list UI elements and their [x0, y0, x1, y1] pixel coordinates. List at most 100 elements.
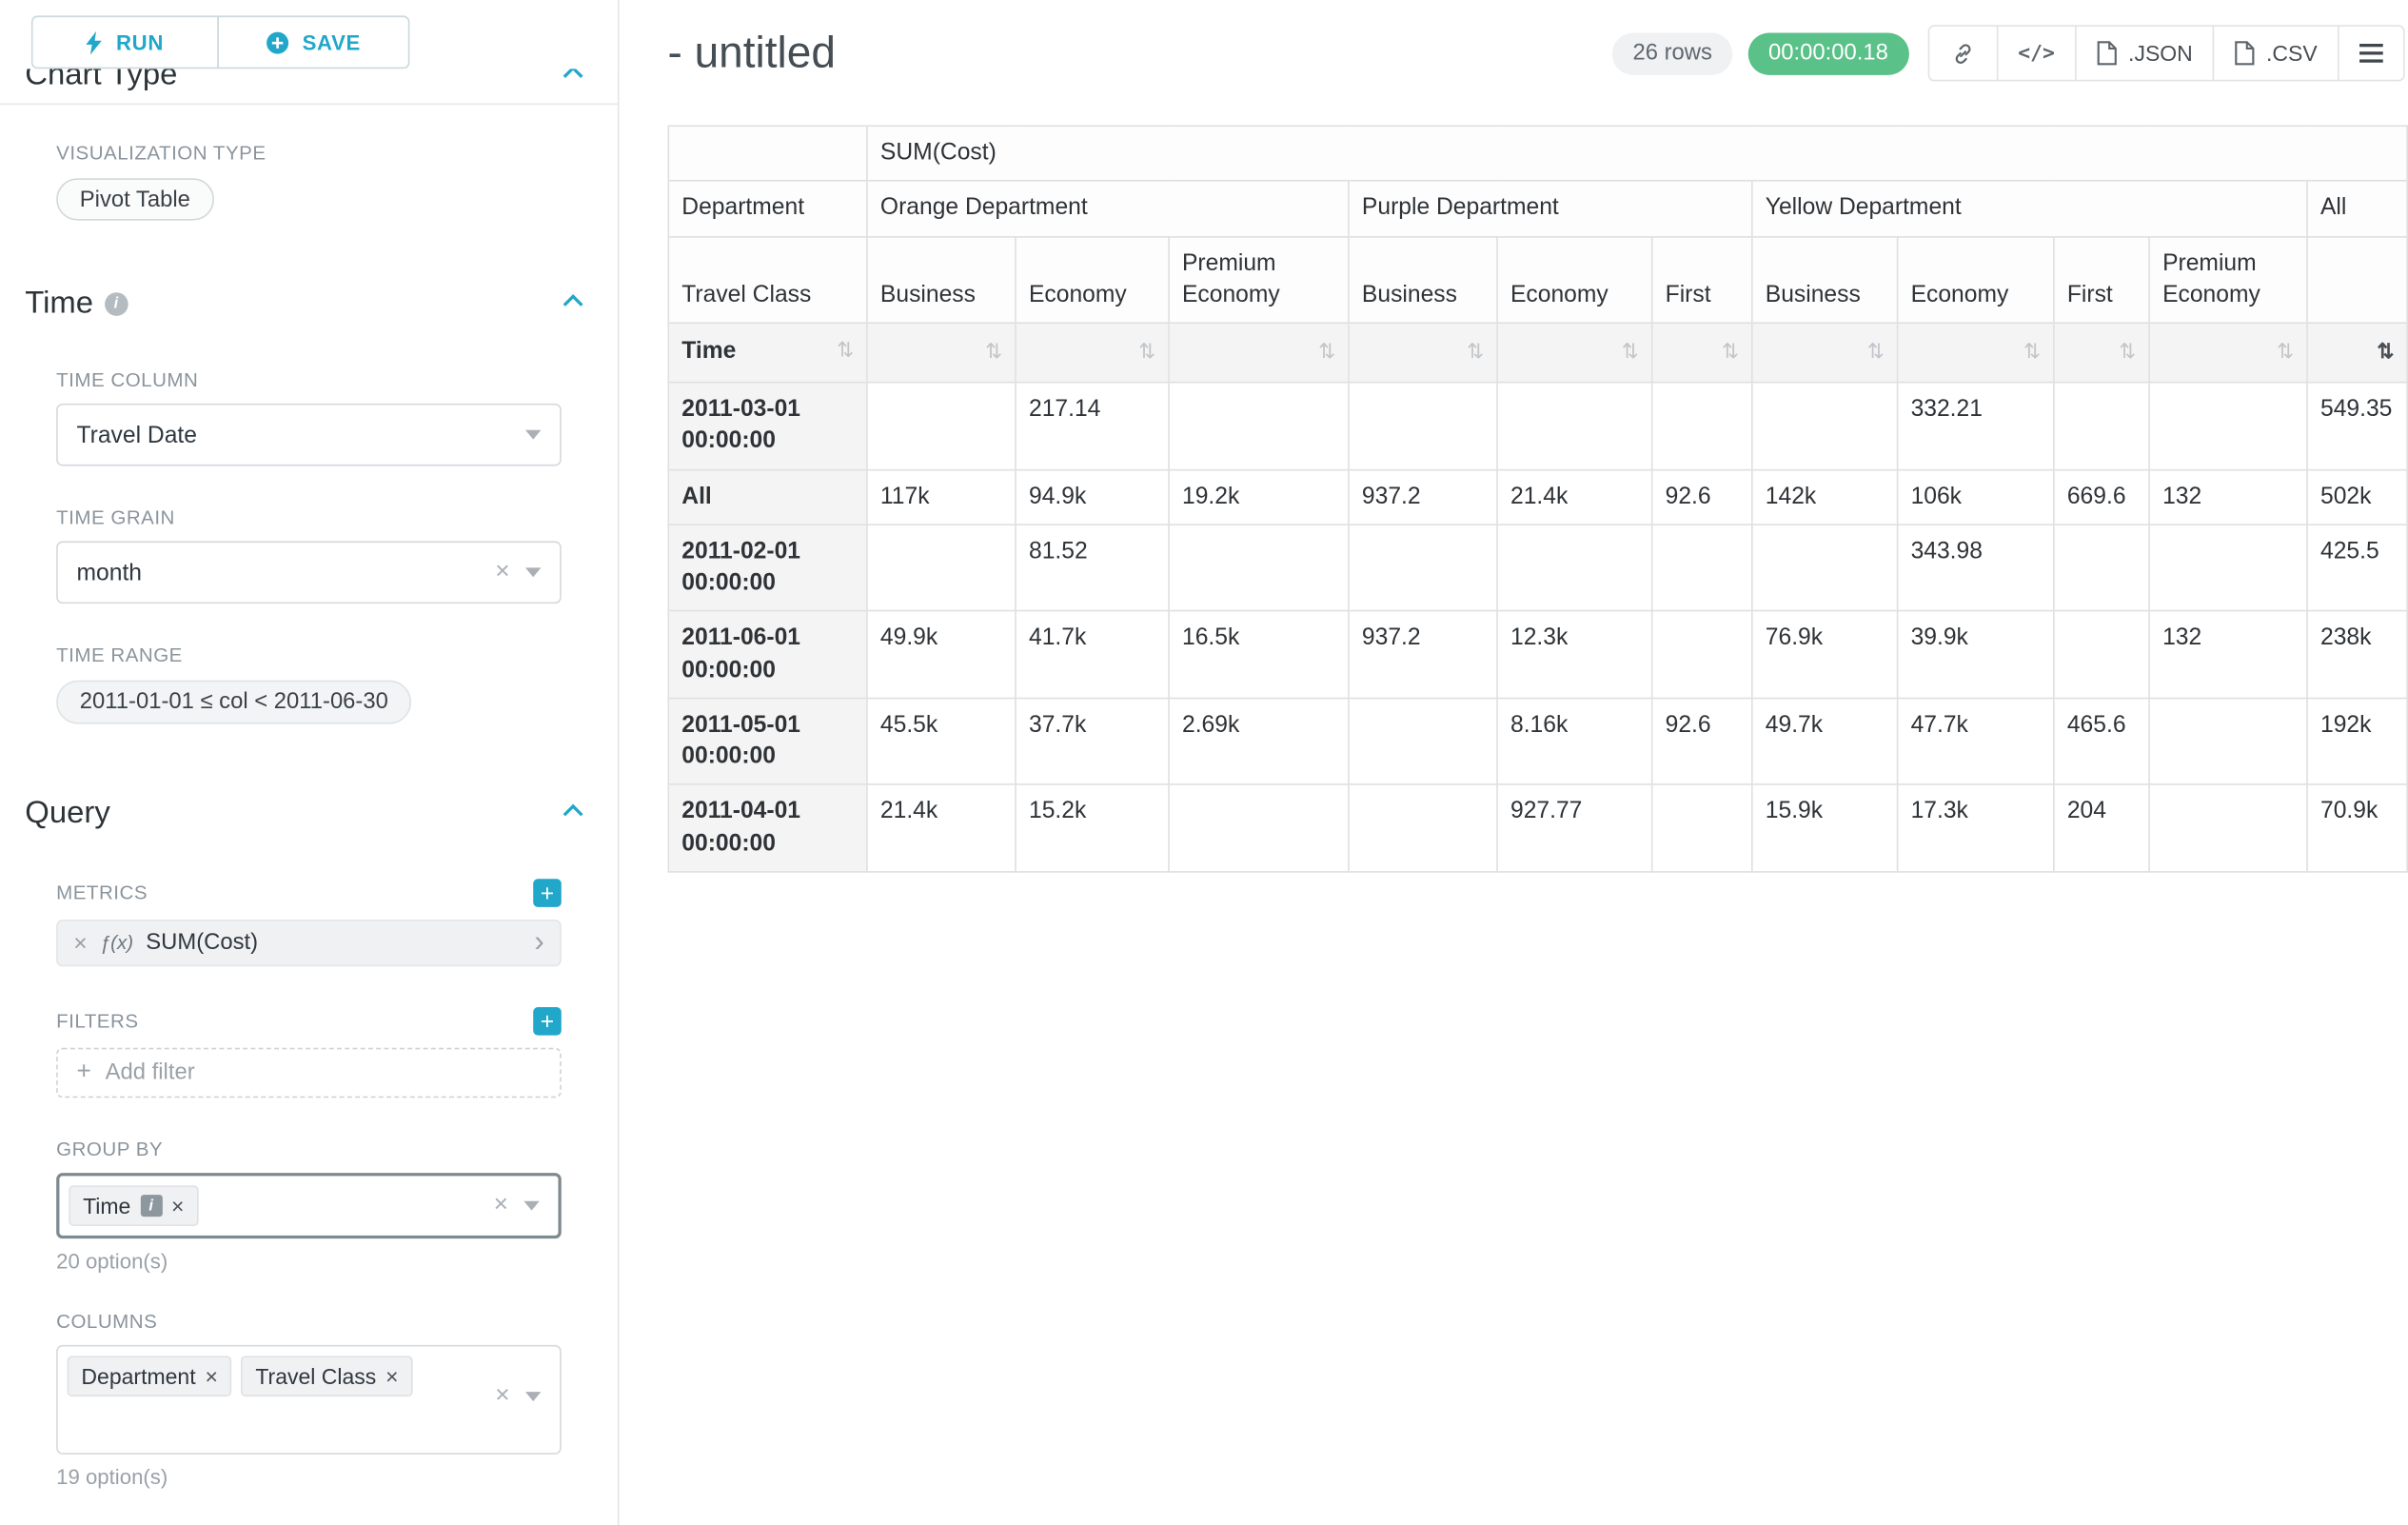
sort-header-cell[interactable]: ⇅: [2307, 323, 2407, 382]
sort-icon[interactable]: ⇅: [2023, 339, 2041, 367]
add-metric-button[interactable]: +: [533, 879, 562, 907]
section-divider: [0, 103, 618, 105]
collapse-chevron-icon[interactable]: [563, 804, 583, 824]
action-bar: RUN SAVE: [0, 0, 618, 69]
share-link-button[interactable]: [1927, 25, 1998, 81]
query-section-title: Query: [25, 796, 109, 832]
export-json-button[interactable]: .JSON: [2075, 25, 2215, 81]
group-by-control: GROUP BY Timei× ×: [56, 1139, 562, 1238]
metric-item[interactable]: × ƒ(x) SUM(Cost) ›: [56, 920, 562, 966]
chart-title[interactable]: - untitled: [667, 29, 835, 79]
data-cell: 17.3k: [1898, 784, 2054, 871]
chevron-right-icon[interactable]: ›: [534, 926, 543, 956]
sort-icon[interactable]: ⇅: [1318, 339, 1335, 367]
remove-metric-icon[interactable]: ×: [73, 930, 87, 957]
save-button[interactable]: SAVE: [217, 15, 409, 69]
travel-class-header: First: [1652, 236, 1752, 323]
sort-icon[interactable]: ⇅: [1138, 339, 1155, 367]
menu-button[interactable]: [2338, 25, 2405, 81]
time-label: Time: [681, 338, 736, 365]
data-cell: 37.7k: [1016, 698, 1169, 784]
travel-class-header: Premium Economy: [1169, 236, 1349, 323]
pill-label: Time: [83, 1193, 130, 1218]
data-cell: 669.6: [2054, 469, 2149, 525]
sort-icon[interactable]: ⇅: [985, 339, 1002, 367]
sort-desc-icon[interactable]: ⇅: [2377, 339, 2394, 367]
plus-circle-icon: [266, 30, 290, 54]
group-by-options-hint: 20 option(s): [56, 1250, 562, 1274]
data-cell: 927.77: [1497, 784, 1652, 871]
travel-class-header: Economy: [1497, 236, 1652, 323]
sort-header-cell[interactable]: ⇅: [1169, 323, 1349, 382]
view-query-button[interactable]: </>: [1996, 25, 2077, 81]
chevron-up-icon[interactable]: [563, 69, 583, 86]
query-section-header[interactable]: Query: [25, 796, 592, 832]
data-cell: 92.6: [1652, 469, 1752, 525]
selected-option-pill[interactable]: Travel Class ×: [242, 1356, 413, 1396]
time-column-control: TIME COLUMN Travel Date: [56, 369, 562, 466]
remove-option-icon[interactable]: ×: [205, 1364, 217, 1389]
row-count-badge: 26 rows: [1612, 32, 1732, 74]
sort-header-cell[interactable]: ⇅: [1652, 323, 1752, 382]
time-row-header[interactable]: Time ⇅: [668, 323, 867, 382]
data-cell: 204: [2054, 784, 2149, 871]
all-class-spacer: [2307, 236, 2407, 323]
data-cell: [1169, 383, 1349, 469]
sort-header-cell[interactable]: ⇅: [1752, 323, 1898, 382]
data-cell: [867, 383, 1016, 469]
sort-header-cell[interactable]: ⇅: [867, 323, 1016, 382]
sort-header-cell[interactable]: ⇅: [2149, 323, 2307, 382]
visualization-type-value[interactable]: Pivot Table: [56, 178, 213, 220]
selected-option-pill[interactable]: Timei×: [69, 1185, 198, 1226]
time-section-header[interactable]: Time i: [25, 287, 592, 323]
code-icon: </>: [2018, 42, 2055, 66]
data-cell: [2149, 698, 2307, 784]
run-button[interactable]: RUN: [31, 15, 219, 69]
columns-select[interactable]: Department× Travel Class × ×: [56, 1345, 562, 1455]
data-cell: 92.6: [1652, 698, 1752, 784]
time-grain-select[interactable]: month ×: [56, 541, 562, 604]
sort-icon[interactable]: ⇅: [837, 337, 854, 366]
data-cell: 94.9k: [1016, 469, 1169, 525]
clear-icon[interactable]: ×: [495, 1384, 509, 1409]
chart-header: - untitled 26 rows 00:00:00.18 </> .JSON…: [667, 0, 2404, 81]
selected-option-pill[interactable]: Department×: [68, 1356, 232, 1396]
remove-option-icon[interactable]: ×: [385, 1364, 398, 1389]
clear-icon[interactable]: ×: [494, 1193, 508, 1218]
collapse-chevron-icon[interactable]: [563, 294, 583, 314]
control-panel: RUN SAVE Chart Type VISUALIZATION TYPE P…: [0, 0, 620, 1525]
sort-icon[interactable]: ⇅: [2119, 339, 2136, 367]
sort-icon[interactable]: ⇅: [1622, 339, 1639, 367]
chart-panel: - untitled 26 rows 00:00:00.18 </> .JSON…: [620, 0, 2408, 1525]
sort-header-cell[interactable]: ⇅: [1898, 323, 2054, 382]
filters-control: FILTERS + + Add filter: [56, 1007, 562, 1098]
data-cell: 49.7k: [1752, 698, 1898, 784]
pill-label: Travel Class: [255, 1364, 376, 1389]
sort-header-cell[interactable]: ⇅: [1497, 323, 1652, 382]
time-column-select[interactable]: Travel Date: [56, 404, 562, 466]
time-range-value[interactable]: 2011-01-01 ≤ col < 2011-06-30: [56, 681, 411, 724]
sort-header-cell[interactable]: ⇅: [1016, 323, 1169, 382]
group-by-select[interactable]: Timei× ×: [56, 1173, 562, 1238]
clear-icon[interactable]: ×: [495, 560, 509, 584]
travel-class-header: Business: [1752, 236, 1898, 323]
columns-options-hint: 19 option(s): [56, 1465, 562, 1489]
save-button-label: SAVE: [303, 30, 361, 54]
remove-option-icon[interactable]: ×: [171, 1193, 184, 1218]
sort-header-cell[interactable]: ⇅: [1349, 323, 1497, 382]
add-filter-plus-button[interactable]: +: [533, 1007, 562, 1036]
sort-icon[interactable]: ⇅: [1722, 339, 1739, 367]
table-row: 2011-06-01 00:00:0049.9k41.7k16.5k937.21…: [668, 611, 2407, 698]
sort-icon[interactable]: ⇅: [2277, 339, 2294, 367]
add-filter-button[interactable]: + Add filter: [56, 1048, 562, 1099]
sort-icon[interactable]: ⇅: [1867, 339, 1885, 367]
data-cell: [1752, 525, 1898, 611]
visualization-type-control: VISUALIZATION TYPE Pivot Table: [56, 142, 562, 220]
row-header: 2011-04-01 00:00:00: [668, 784, 867, 871]
filters-label: FILTERS: [56, 1010, 138, 1032]
export-csv-button[interactable]: .CSV: [2213, 25, 2339, 81]
sort-header-cell[interactable]: ⇅: [2054, 323, 2149, 382]
time-grain-label: TIME GRAIN: [56, 506, 562, 528]
time-column-value: Travel Date: [76, 422, 196, 448]
sort-icon[interactable]: ⇅: [1467, 339, 1484, 367]
